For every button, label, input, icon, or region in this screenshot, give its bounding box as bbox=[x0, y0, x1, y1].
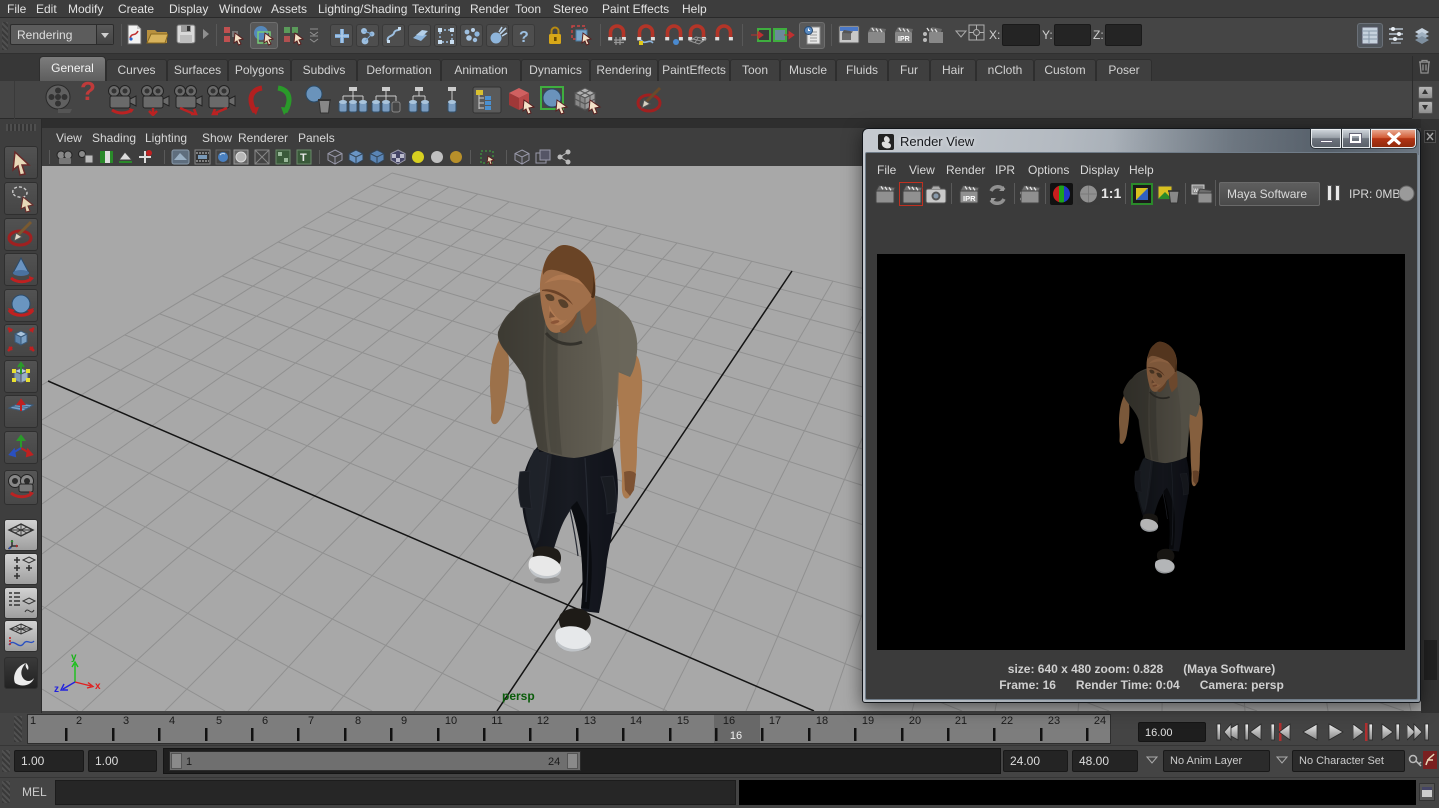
svg-text:7: 7 bbox=[308, 715, 314, 727]
svg-text:6: 6 bbox=[262, 715, 268, 727]
svg-text:x: x bbox=[95, 681, 101, 692]
svg-text:2: 2 bbox=[76, 715, 82, 727]
svg-text:9: 9 bbox=[401, 715, 407, 727]
svg-text:IPR: IPR bbox=[898, 36, 910, 43]
svg-text:10: 10 bbox=[445, 715, 457, 727]
svg-text:18: 18 bbox=[816, 715, 828, 727]
svg-text:8: 8 bbox=[355, 715, 361, 727]
svg-text:16: 16 bbox=[730, 730, 742, 742]
svg-text:?: ? bbox=[519, 29, 529, 46]
svg-text:22: 22 bbox=[1001, 715, 1013, 727]
svg-text:IPR: IPR bbox=[963, 194, 976, 203]
svg-text:y: y bbox=[71, 652, 77, 663]
svg-text:21: 21 bbox=[955, 715, 967, 727]
svg-text:13: 13 bbox=[584, 715, 596, 727]
svg-text:11: 11 bbox=[491, 715, 502, 727]
svg-text:5: 5 bbox=[216, 715, 222, 727]
svg-text:24: 24 bbox=[1094, 715, 1106, 727]
svg-text:z: z bbox=[54, 684, 59, 695]
svg-text:23: 23 bbox=[1048, 715, 1060, 727]
svg-text:12: 12 bbox=[537, 715, 549, 727]
svg-text:persp: persp bbox=[502, 689, 535, 703]
svg-text:16: 16 bbox=[723, 715, 735, 727]
svg-text:14: 14 bbox=[630, 715, 642, 727]
svg-text:T: T bbox=[300, 152, 307, 164]
svg-text:19: 19 bbox=[862, 715, 874, 727]
svg-text:3: 3 bbox=[123, 715, 129, 727]
svg-text:17: 17 bbox=[769, 715, 781, 727]
svg-text:15: 15 bbox=[677, 715, 689, 727]
svg-text:1: 1 bbox=[30, 715, 36, 727]
svg-text:20: 20 bbox=[909, 715, 921, 727]
svg-text:4: 4 bbox=[169, 715, 175, 727]
